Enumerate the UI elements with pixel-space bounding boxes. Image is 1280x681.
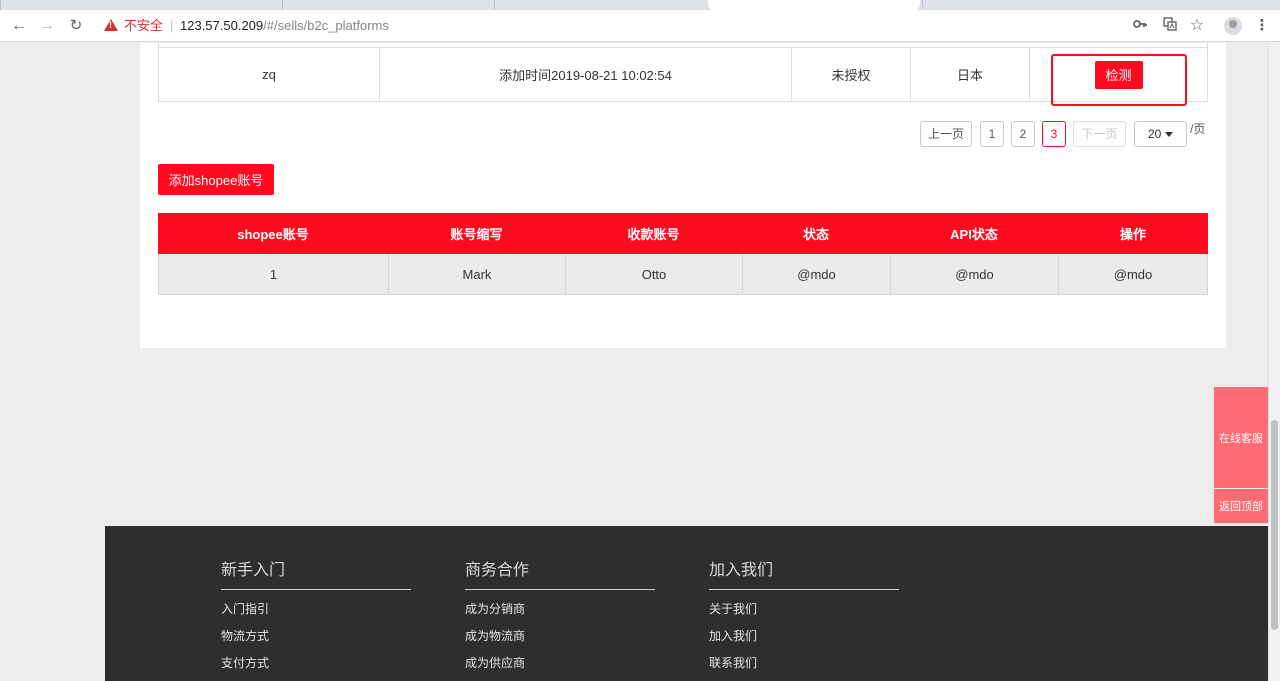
table-row: 1 Mark Otto @mdo @mdo @mdo [158, 254, 1208, 295]
browser-toolbar: ← → ↻ 不安全 | 123.57.50.209/#/sells/b2c_pl… [0, 10, 1280, 42]
warning-icon [104, 19, 118, 31]
per-page-suffix: /页 [1190, 122, 1206, 136]
table-cell: Mark [389, 254, 566, 294]
scrollbar-thumb[interactable] [1271, 420, 1278, 630]
column-header-abbreviation: 账号缩写 [450, 227, 503, 242]
next-page-button[interactable]: 下一页 [1073, 121, 1126, 147]
back-arrow-icon[interactable]: ← [8, 15, 30, 37]
footer-link[interactable]: 成为物流商 [465, 628, 655, 644]
url-host: 123.57.50.209 [180, 18, 264, 33]
page-viewport: zq 添加时间2019-08-21 10:02:54 未授权 日本 检测 上一页… [0, 43, 1268, 681]
page-size-value: 20 [1148, 127, 1162, 141]
url-path: /#/sells/b2c_platforms [263, 18, 389, 33]
caret-down-icon [1165, 132, 1174, 137]
url-text: 123.57.50.209/#/sells/b2c_platforms [180, 14, 389, 38]
account-cell: zq [159, 48, 380, 101]
column-header-api-status: API状态 [950, 227, 998, 242]
column-header-payment-account: 收款账号 [627, 227, 680, 242]
key-icon[interactable] [1130, 16, 1150, 36]
translate-icon[interactable] [1160, 16, 1180, 36]
footer-column-business: 商务合作 成为分销商 成为物流商 成为供应商 [465, 560, 655, 671]
shopee-table-header: shopee账号 账号缩写 收款账号 状态 API状态 操作 [158, 213, 1208, 254]
forward-arrow-icon[interactable]: → [36, 15, 58, 37]
table-cell: @mdo [1113, 266, 1153, 282]
star-icon[interactable]: ☆ [1187, 16, 1207, 36]
page-button-3[interactable]: 3 [1042, 121, 1066, 147]
menu-icon[interactable]: ⋮ [1252, 16, 1272, 36]
site-footer: 新手入门 入门指引 物流方式 支付方式 商务合作 成为分销商 成为物流商 成为供… [105, 526, 1268, 681]
tab-strip [0, 0, 1280, 10]
footer-column-title: 加入我们 [709, 560, 899, 590]
footer-link[interactable]: 成为供应商 [465, 655, 655, 671]
browser-tab[interactable] [0, 0, 20, 10]
insecure-label: 不安全 [124, 18, 164, 33]
column-header-status: 状态 [802, 227, 829, 242]
platform-table: zq 添加时间2019-08-21 10:02:54 未授权 日本 检测 [158, 43, 1208, 102]
online-service-button[interactable]: 在线客服 [1214, 387, 1268, 488]
content-card: zq 添加时间2019-08-21 10:02:54 未授权 日本 检测 上一页… [140, 43, 1226, 348]
added-time-cell: 添加时间2019-08-21 10:02:54 [380, 48, 792, 101]
shopee-table: shopee账号 账号缩写 收款账号 状态 API状态 操作 1 Mark Ot… [158, 213, 1208, 295]
page-scrollbar[interactable] [1268, 43, 1280, 681]
footer-column-beginner: 新手入门 入门指引 物流方式 支付方式 [221, 560, 411, 671]
page-button-2[interactable]: 2 [1011, 121, 1035, 147]
action-cell: 检测 [1030, 48, 1207, 101]
footer-link[interactable]: 关于我们 [709, 601, 899, 617]
auth-status-cell: 未授权 [792, 48, 911, 101]
footer-column-title: 商务合作 [465, 560, 655, 590]
footer-column-join: 加入我们 关于我们 加入我们 联系我们 [709, 560, 899, 671]
page-button-1[interactable]: 1 [980, 121, 1004, 147]
column-header-actions: 操作 [1119, 227, 1146, 242]
prev-page-button[interactable]: 上一页 [920, 121, 972, 147]
footer-link[interactable]: 支付方式 [221, 655, 411, 671]
footer-column-title: 新手入门 [221, 560, 411, 590]
footer-link[interactable]: 联系我们 [709, 655, 899, 671]
address-bar[interactable]: 不安全 | 123.57.50.209/#/sells/b2c_platform… [96, 14, 1106, 38]
footer-link[interactable]: 物流方式 [221, 628, 411, 644]
browser-tab-active[interactable] [708, 0, 920, 10]
back-to-top-button[interactable]: 返回顶部 [1214, 489, 1268, 523]
table-cell: @mdo [891, 254, 1059, 294]
url-separator: | [170, 18, 174, 33]
profile-icon[interactable] [1224, 17, 1242, 35]
table-cell: Otto [566, 254, 743, 294]
reload-icon[interactable]: ↻ [65, 15, 87, 37]
page-size-select[interactable]: 20 [1134, 121, 1187, 147]
table-cell: 1 [159, 254, 389, 294]
footer-link[interactable]: 入门指引 [221, 601, 411, 617]
browser-tab[interactable] [922, 0, 1134, 10]
footer-link[interactable]: 成为分销商 [465, 601, 655, 617]
detect-button[interactable]: 检测 [1094, 60, 1143, 89]
add-shopee-account-button[interactable]: 添加shopee账号 [158, 164, 274, 195]
column-header-shopee-account: shopee账号 [237, 227, 309, 242]
footer-link[interactable]: 加入我们 [709, 628, 899, 644]
browser-tab[interactable] [282, 0, 494, 10]
browser-tab[interactable] [494, 0, 706, 10]
region-cell: 日本 [911, 48, 1030, 101]
pagination: 上一页 1 2 3 下一页 20 /页 [920, 121, 1210, 147]
table-cell: @mdo [743, 254, 891, 294]
